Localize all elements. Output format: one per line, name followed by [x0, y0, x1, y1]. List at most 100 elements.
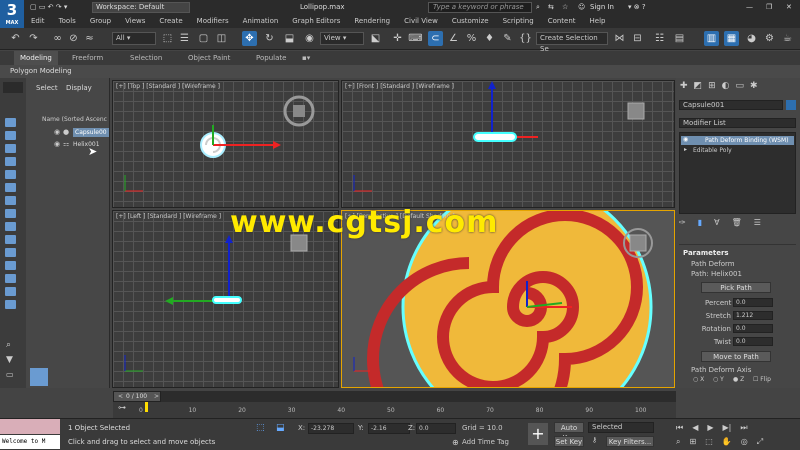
reference-coordinate-dropdown[interactable]: View ▾: [320, 32, 364, 45]
pan-icon[interactable]: ✋: [722, 437, 732, 448]
filter-cameras-icon[interactable]: [5, 157, 16, 166]
star-icon[interactable]: ☆: [562, 0, 568, 15]
scene-item-helix[interactable]: ◉ ⚏ Helix001: [54, 140, 109, 150]
stretch-spinner[interactable]: 1.212: [733, 311, 773, 320]
close-icon[interactable]: ✕: [786, 0, 792, 15]
explorer-menu-icon[interactable]: [3, 82, 23, 93]
search-icon[interactable]: ⌕: [536, 0, 540, 15]
viewport-layout-icon[interactable]: [30, 368, 48, 386]
x-coord-field[interactable]: -23.278: [308, 423, 354, 434]
orbit-icon[interactable]: ◎: [741, 437, 748, 448]
filter-xrefs-icon[interactable]: [5, 209, 16, 218]
spinner-snap-icon[interactable]: ♦: [482, 31, 497, 46]
auto-key-button[interactable]: Auto Key: [554, 422, 584, 442]
rotation-spinner[interactable]: 0.0: [733, 324, 773, 333]
menu-tools[interactable]: Tools: [52, 15, 83, 28]
menu-group[interactable]: Group: [83, 15, 118, 28]
pick-path-button[interactable]: Pick Path: [701, 282, 771, 293]
key-filters-button[interactable]: Key Filters...: [606, 436, 654, 447]
exchange-icon[interactable]: ⇆: [548, 0, 554, 15]
modifier-stack-item-editable-poly[interactable]: ▸ Editable Poly: [681, 146, 794, 155]
filter-space-warps-icon[interactable]: [5, 183, 16, 192]
display-tab-icon[interactable]: ▭: [735, 81, 744, 94]
object-name-field[interactable]: Capsule001: [679, 100, 783, 110]
go-to-end-icon[interactable]: ⏭: [740, 423, 747, 434]
sign-in-link[interactable]: Sign In: [590, 0, 614, 15]
viewport-front[interactable]: [+] [Front ] [Standard ] [Wireframe ]: [341, 80, 675, 208]
named-sets-icon[interactable]: {}: [518, 31, 533, 46]
find-icon[interactable]: ⌕: [6, 340, 11, 350]
maximize-viewport-icon[interactable]: ⤢: [757, 437, 763, 448]
minimize-icon[interactable]: —: [746, 0, 753, 15]
viewport-label[interactable]: [+] [Top ] [Standard ] [Wireframe ]: [116, 83, 220, 90]
undo-icon[interactable]: ↶: [8, 31, 23, 46]
make-unique-icon[interactable]: ∀: [714, 218, 719, 230]
filter-lights-icon[interactable]: [5, 144, 16, 153]
scale-icon[interactable]: ⬓: [282, 31, 297, 46]
bind-space-warp-icon[interactable]: ≈: [82, 31, 97, 46]
viewport-label[interactable]: [+] [Left ] [Standard ] [Wireframe ]: [116, 213, 221, 220]
track-bar[interactable]: 0 10 20 30 40 50 60 70 80 90 100: [113, 402, 676, 418]
viewport-top[interactable]: [+] [Top ] [Standard ] [Wireframe ]: [112, 80, 339, 208]
add-time-tag-button[interactable]: Add Time Tag: [462, 438, 509, 446]
window-crossing-icon[interactable]: ◫: [214, 31, 229, 46]
menu-graph-editors[interactable]: Graph Editors: [285, 15, 347, 28]
rect-selection-icon[interactable]: ▢: [196, 31, 211, 46]
menu-create[interactable]: Create: [152, 15, 189, 28]
workspace-dropdown[interactable]: Workspace: Default: [92, 2, 190, 13]
tab-modeling[interactable]: Modeling: [14, 51, 58, 65]
expand-arrow-icon[interactable]: ▸: [684, 146, 687, 153]
tab-selection[interactable]: Selection: [130, 51, 162, 65]
zoom-all-icon[interactable]: ⊞: [689, 437, 696, 448]
percent-spinner[interactable]: 0.0: [733, 298, 773, 307]
move-to-path-button[interactable]: Move to Path: [701, 351, 771, 362]
named-selection-icon[interactable]: ✎: [500, 31, 515, 46]
menu-help[interactable]: Help: [583, 15, 613, 28]
filter-bones-icon[interactable]: [5, 222, 16, 231]
restore-icon[interactable]: ❐: [766, 0, 772, 15]
modifier-stack-item-path-deform[interactable]: ◉ Path Deform Binding (WSM): [681, 136, 794, 145]
link-icon[interactable]: ∞: [50, 31, 65, 46]
absolute-mode-icon[interactable]: ⬓: [276, 423, 285, 433]
modifier-list-dropdown[interactable]: Modifier List: [679, 118, 796, 128]
menu-scripting[interactable]: Scripting: [496, 15, 541, 28]
tab-freeform[interactable]: Freeform: [72, 51, 103, 65]
menu-customize[interactable]: Customize: [445, 15, 496, 28]
user-icon[interactable]: ☺: [578, 0, 585, 15]
unlink-icon[interactable]: ⊘: [66, 31, 81, 46]
named-selection-sets-dropdown[interactable]: Create Selection Se: [536, 32, 608, 53]
layer-explorer-icon[interactable]: ☷: [652, 31, 667, 46]
filter-hidden-icon[interactable]: [5, 261, 16, 270]
rotate-icon[interactable]: ↻: [262, 31, 277, 46]
mirror-icon[interactable]: ⋈: [612, 31, 627, 46]
next-frame-icon[interactable]: >: [154, 393, 159, 400]
visibility-eye-icon[interactable]: ◉: [54, 140, 60, 148]
select-object-icon[interactable]: ⬚: [160, 31, 175, 46]
percent-snap-icon[interactable]: %: [464, 31, 479, 46]
render-setup-icon[interactable]: ⚙: [762, 31, 777, 46]
filter-groups-icon[interactable]: [5, 196, 16, 205]
viewport-label[interactable]: [+] [Front ] [Standard ] [Wireframe ]: [345, 83, 454, 90]
quick-access-icons[interactable]: ▢ ▭ ↶ ↷ ▾: [30, 0, 67, 15]
configure-sets-icon[interactable]: ☰: [754, 218, 761, 230]
menu-rendering[interactable]: Rendering: [347, 15, 397, 28]
select-manipulate-icon[interactable]: ✛: [390, 31, 405, 46]
key-icon[interactable]: ⚷: [592, 436, 597, 444]
keyboard-shortcut-icon[interactable]: ⌨: [408, 31, 423, 46]
menu-edit[interactable]: Edit: [24, 15, 52, 28]
material-editor-icon[interactable]: ◕: [744, 31, 759, 46]
scene-item-capsule[interactable]: ◉ ● Capsule00: [54, 128, 109, 138]
lock-selection-icon[interactable]: ⬚: [256, 423, 265, 433]
angle-snap-icon[interactable]: ∠: [446, 31, 461, 46]
pin-stack-icon[interactable]: ✑: [679, 218, 686, 230]
pivot-center-icon[interactable]: ⬕: [368, 31, 383, 46]
hierarchy-tab-icon[interactable]: ⊞: [708, 81, 716, 94]
visibility-eye-icon[interactable]: ◉: [54, 128, 60, 136]
filter-invert-icon[interactable]: [5, 300, 16, 309]
modify-tab-icon[interactable]: ◩: [694, 81, 703, 94]
filter-none-icon[interactable]: [5, 287, 16, 296]
show-end-result-icon[interactable]: ▮: [698, 218, 702, 230]
curve-editor-icon[interactable]: ▥: [704, 31, 719, 46]
maxscript-input[interactable]: Welcome to M: [0, 435, 60, 449]
filter-frozen-icon[interactable]: [5, 248, 16, 257]
